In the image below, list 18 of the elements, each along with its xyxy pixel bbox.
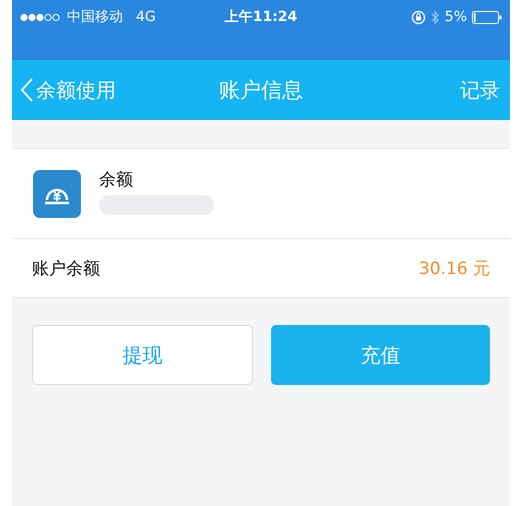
network-type: 4G — [136, 9, 156, 25]
battery-percent: 5% — [444, 9, 467, 25]
withdraw-button[interactable]: 提现 — [32, 325, 253, 385]
carrier-name: 中国移动 — [67, 8, 123, 26]
battery-icon — [472, 10, 502, 24]
page-title: 账户信息 — [219, 77, 303, 104]
balance-amount: 30.16 元 — [418, 258, 490, 280]
coin-icon — [33, 170, 81, 218]
signal-icon — [20, 12, 62, 22]
account-name: 余额 — [99, 168, 134, 190]
back-button[interactable]: 余额使用 — [12, 76, 116, 104]
rotation-lock-icon — [410, 10, 426, 24]
recharge-button[interactable]: 充值 — [271, 325, 490, 385]
back-chevron-icon — [20, 77, 34, 103]
balance-label: 账户余额 — [32, 258, 100, 280]
records-link[interactable]: 记录 — [460, 76, 510, 104]
status-time: 上午11:24 — [224, 8, 298, 26]
bluetooth-icon — [430, 10, 440, 24]
